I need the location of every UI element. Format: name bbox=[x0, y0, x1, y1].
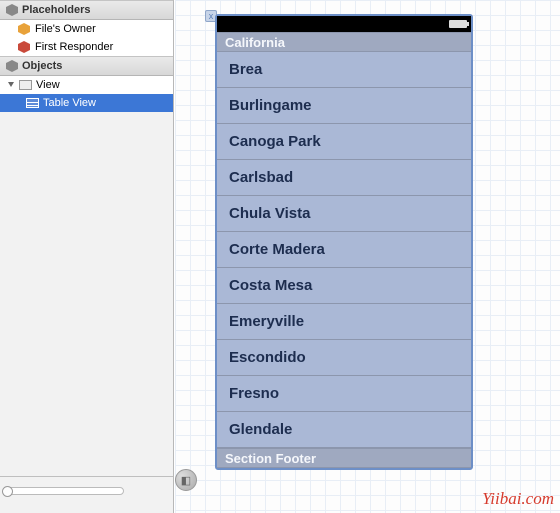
cell-label: Corte Madera bbox=[229, 241, 325, 258]
cube-icon bbox=[18, 23, 30, 35]
outline-panel: Placeholders File's Owner First Responde… bbox=[0, 0, 174, 513]
cell-label: Canoga Park bbox=[229, 133, 321, 150]
cell-label: Chula Vista bbox=[229, 205, 310, 222]
objects-header: Objects bbox=[0, 56, 173, 76]
table-section-footer: Section Footer bbox=[217, 448, 471, 468]
cell-label: Burlingame bbox=[229, 97, 312, 114]
device-preview[interactable]: California Brea Burlingame Canoga Park C… bbox=[215, 14, 473, 470]
cube-icon bbox=[6, 4, 18, 16]
cell-label: Brea bbox=[229, 61, 262, 78]
view-icon bbox=[19, 80, 32, 90]
cube-icon bbox=[18, 41, 30, 53]
placeholders-list: File's Owner First Responder bbox=[0, 20, 173, 56]
watermark: Yiibai.com bbox=[482, 489, 554, 509]
table-row[interactable]: Glendale bbox=[217, 412, 471, 448]
canvas[interactable]: x California Brea Burlingame Canoga Park… bbox=[175, 0, 560, 513]
cell-label: Emeryville bbox=[229, 313, 304, 330]
tree-item-table-view[interactable]: Table View bbox=[0, 94, 173, 112]
watermark-text: Yiibai.com bbox=[482, 489, 554, 508]
status-bar bbox=[217, 16, 471, 32]
objects-tree: View Table View bbox=[0, 76, 173, 112]
cell-label: Carlsbad bbox=[229, 169, 293, 186]
table-row[interactable]: Canoga Park bbox=[217, 124, 471, 160]
panel-icon: ◧ bbox=[181, 474, 191, 487]
dock-toggle-button[interactable]: ◧ bbox=[175, 469, 197, 491]
section-footer-label: Section Footer bbox=[225, 451, 316, 466]
table-view-icon bbox=[26, 98, 39, 108]
placeholders-header: Placeholders bbox=[0, 0, 173, 20]
battery-icon bbox=[449, 20, 467, 28]
slider-knob[interactable] bbox=[2, 486, 13, 497]
section-header-label: California bbox=[225, 35, 285, 50]
placeholders-header-label: Placeholders bbox=[22, 4, 90, 16]
cell-label: Escondido bbox=[229, 349, 306, 366]
table-cells: Brea Burlingame Canoga Park Carlsbad Chu… bbox=[217, 52, 471, 448]
placeholder-files-owner[interactable]: File's Owner bbox=[0, 20, 173, 38]
disclosure-triangle-icon[interactable] bbox=[6, 81, 15, 90]
close-icon: x bbox=[209, 11, 214, 21]
placeholder-label: File's Owner bbox=[35, 23, 96, 35]
table-row[interactable]: Costa Mesa bbox=[217, 268, 471, 304]
table-row[interactable]: Emeryville bbox=[217, 304, 471, 340]
table-row[interactable]: Chula Vista bbox=[217, 196, 471, 232]
objects-header-label: Objects bbox=[22, 60, 62, 72]
table-section-header: California bbox=[217, 32, 471, 52]
tree-item-view[interactable]: View bbox=[0, 76, 173, 94]
cell-label: Costa Mesa bbox=[229, 277, 312, 294]
cube-icon bbox=[6, 60, 18, 72]
table-row[interactable]: Fresno bbox=[217, 376, 471, 412]
placeholder-label: First Responder bbox=[35, 41, 113, 53]
tree-item-label: Table View bbox=[43, 97, 96, 109]
table-row[interactable]: Brea bbox=[217, 52, 471, 88]
table-row[interactable]: Carlsbad bbox=[217, 160, 471, 196]
cell-label: Glendale bbox=[229, 421, 292, 438]
placeholder-first-responder[interactable]: First Responder bbox=[0, 38, 173, 56]
table-row[interactable]: Burlingame bbox=[217, 88, 471, 124]
tree-item-label: View bbox=[36, 79, 60, 91]
zoom-slider[interactable] bbox=[4, 487, 124, 495]
table-row[interactable]: Corte Madera bbox=[217, 232, 471, 268]
cell-label: Fresno bbox=[229, 385, 279, 402]
table-row[interactable]: Escondido bbox=[217, 340, 471, 376]
divider bbox=[0, 476, 173, 477]
